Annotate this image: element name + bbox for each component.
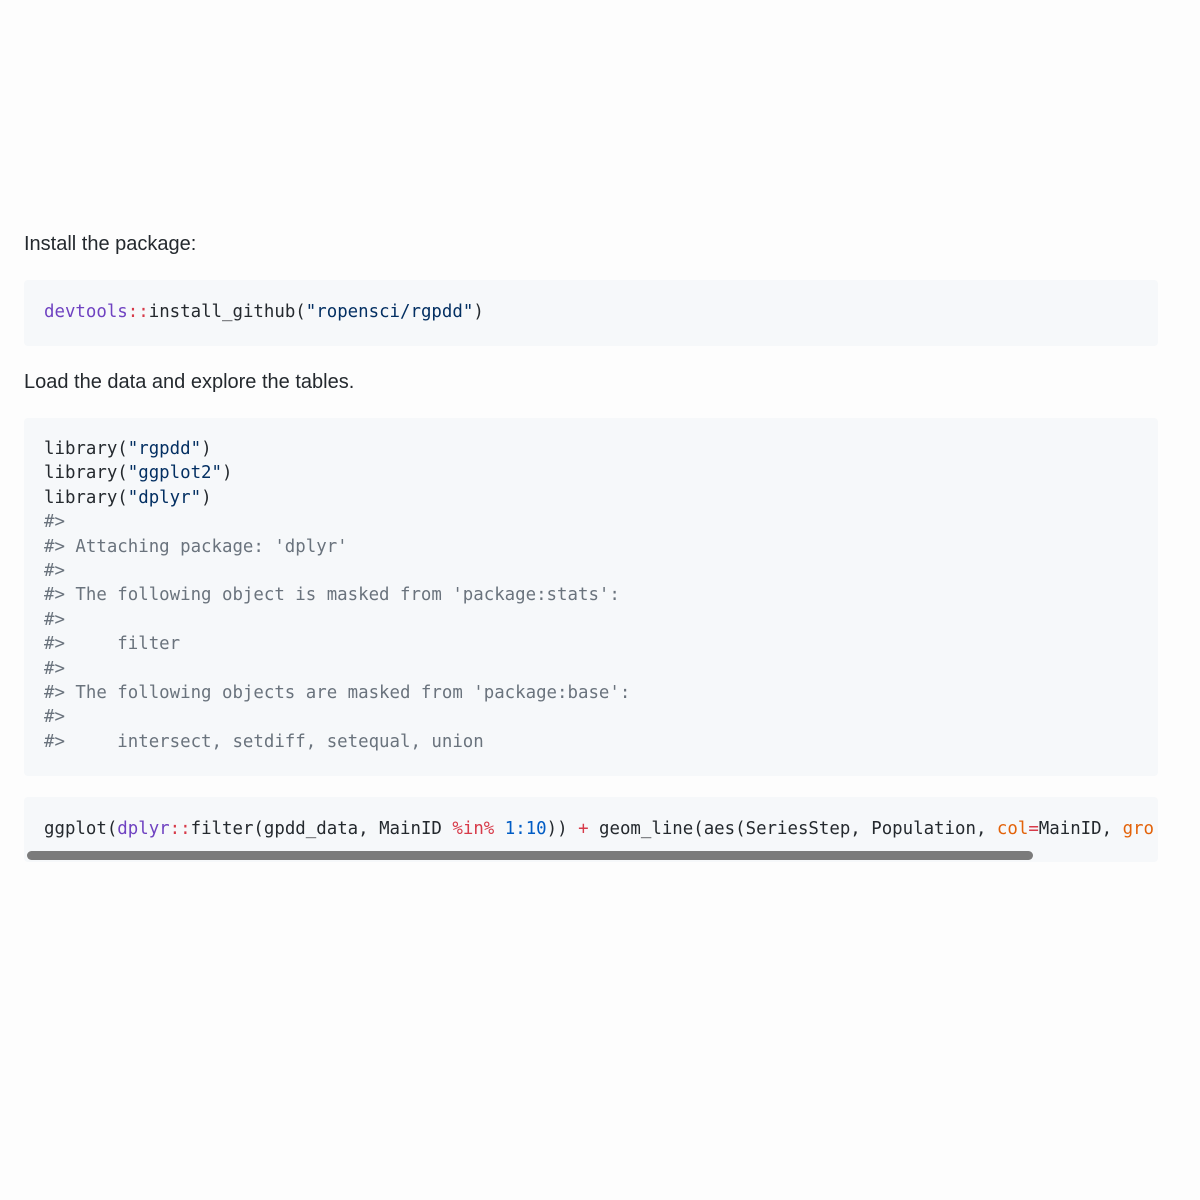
code-token-plain: library( (44, 463, 128, 484)
code-token-com: #> The following objects are masked from… (44, 683, 631, 704)
code-token-plain: ) (473, 302, 484, 322)
code-token-str: "rgpdd" (127, 439, 202, 459)
code-token-plain: filter(gpdd_data, MainID (190, 819, 453, 839)
code-token-str: "ggplot2" (127, 463, 222, 484)
code-token-plain: library( (44, 439, 128, 459)
code-token-num: 1:10 (504, 819, 547, 839)
code-token-plain: MainID, (1038, 819, 1123, 839)
code-line: library("dplyr") (44, 486, 1138, 510)
code-line: #> (44, 608, 1138, 632)
code-token-com: #> The following object is masked from '… (44, 585, 620, 606)
code-line: #> (44, 705, 1138, 729)
code-token-plain: ggplot( (44, 819, 118, 839)
code-token-op: = (1028, 819, 1039, 839)
code-token-plain: ) (201, 439, 212, 459)
code-block-load: library("rgpdd") library("ggplot2") librar… (24, 418, 1158, 776)
code-line: #> The following object is masked from '… (44, 583, 1138, 607)
code-token-op: %in% (452, 819, 495, 839)
code-token-plain: geom_line(aes(SeriesStep, Population, (588, 819, 997, 839)
code-token-plain: )) (546, 819, 579, 839)
code-line: #> Attaching package: 'dplyr' (44, 535, 1138, 559)
code-token-com: #> intersect, setdiff, setequal, union (44, 731, 484, 752)
install-instruction: Install the package: (24, 233, 197, 255)
code-token-plain: ) (222, 463, 233, 484)
code-token-com: #> (44, 609, 65, 630)
code-line: devtools::install_github("ropensci/rgpdd… (44, 300, 1138, 324)
code-token-arg: gro (1122, 819, 1154, 839)
code-line: #> (44, 657, 1138, 681)
code-token-ns: dplyr (117, 819, 170, 839)
code-token-plain: ) (201, 487, 212, 508)
code-line: #> intersect, setdiff, setequal, union (44, 730, 1138, 754)
code-line: #> The following objects are masked from… (44, 681, 1138, 705)
code-token-arg: col (996, 819, 1029, 839)
code-token-plain: install_github( (148, 302, 306, 322)
code-token-op: + (578, 819, 589, 839)
load-instruction: Load the data and explore the tables. (24, 371, 355, 393)
code-token-str: "dplyr" (127, 487, 202, 508)
code-token-com: #> (44, 512, 65, 533)
code-token-com: #> Attaching package: 'dplyr' (44, 536, 348, 557)
code-line: #> (44, 510, 1138, 534)
code-block-install: devtools::install_github("ropensci/rgpdd… (24, 280, 1158, 346)
code-token-com: #> (44, 561, 65, 582)
code-token-com: #> (44, 658, 65, 679)
code-line: ggplot(dplyr::filter(gpdd_data, MainID %… (44, 817, 1154, 841)
code-token-str: "ropensci/rgpdd" (305, 302, 474, 322)
code-line: #> (44, 559, 1138, 583)
code-line: library("rgpdd") (44, 437, 1138, 461)
code-token-com: #> filter (44, 634, 181, 655)
code-line: library("ggplot2") (44, 461, 1138, 485)
code-token-ns: devtools (44, 302, 128, 322)
code-token-op: :: (127, 302, 149, 322)
code-token-com: #> (44, 707, 65, 728)
code-block-plot[interactable]: ggplot(dplyr::filter(gpdd_data, MainID %… (24, 797, 1158, 862)
code-token-plain: library( (44, 487, 128, 508)
code-token-op: :: (169, 819, 191, 839)
horizontal-scrollbar[interactable] (27, 851, 1033, 860)
code-line: #> filter (44, 632, 1138, 656)
